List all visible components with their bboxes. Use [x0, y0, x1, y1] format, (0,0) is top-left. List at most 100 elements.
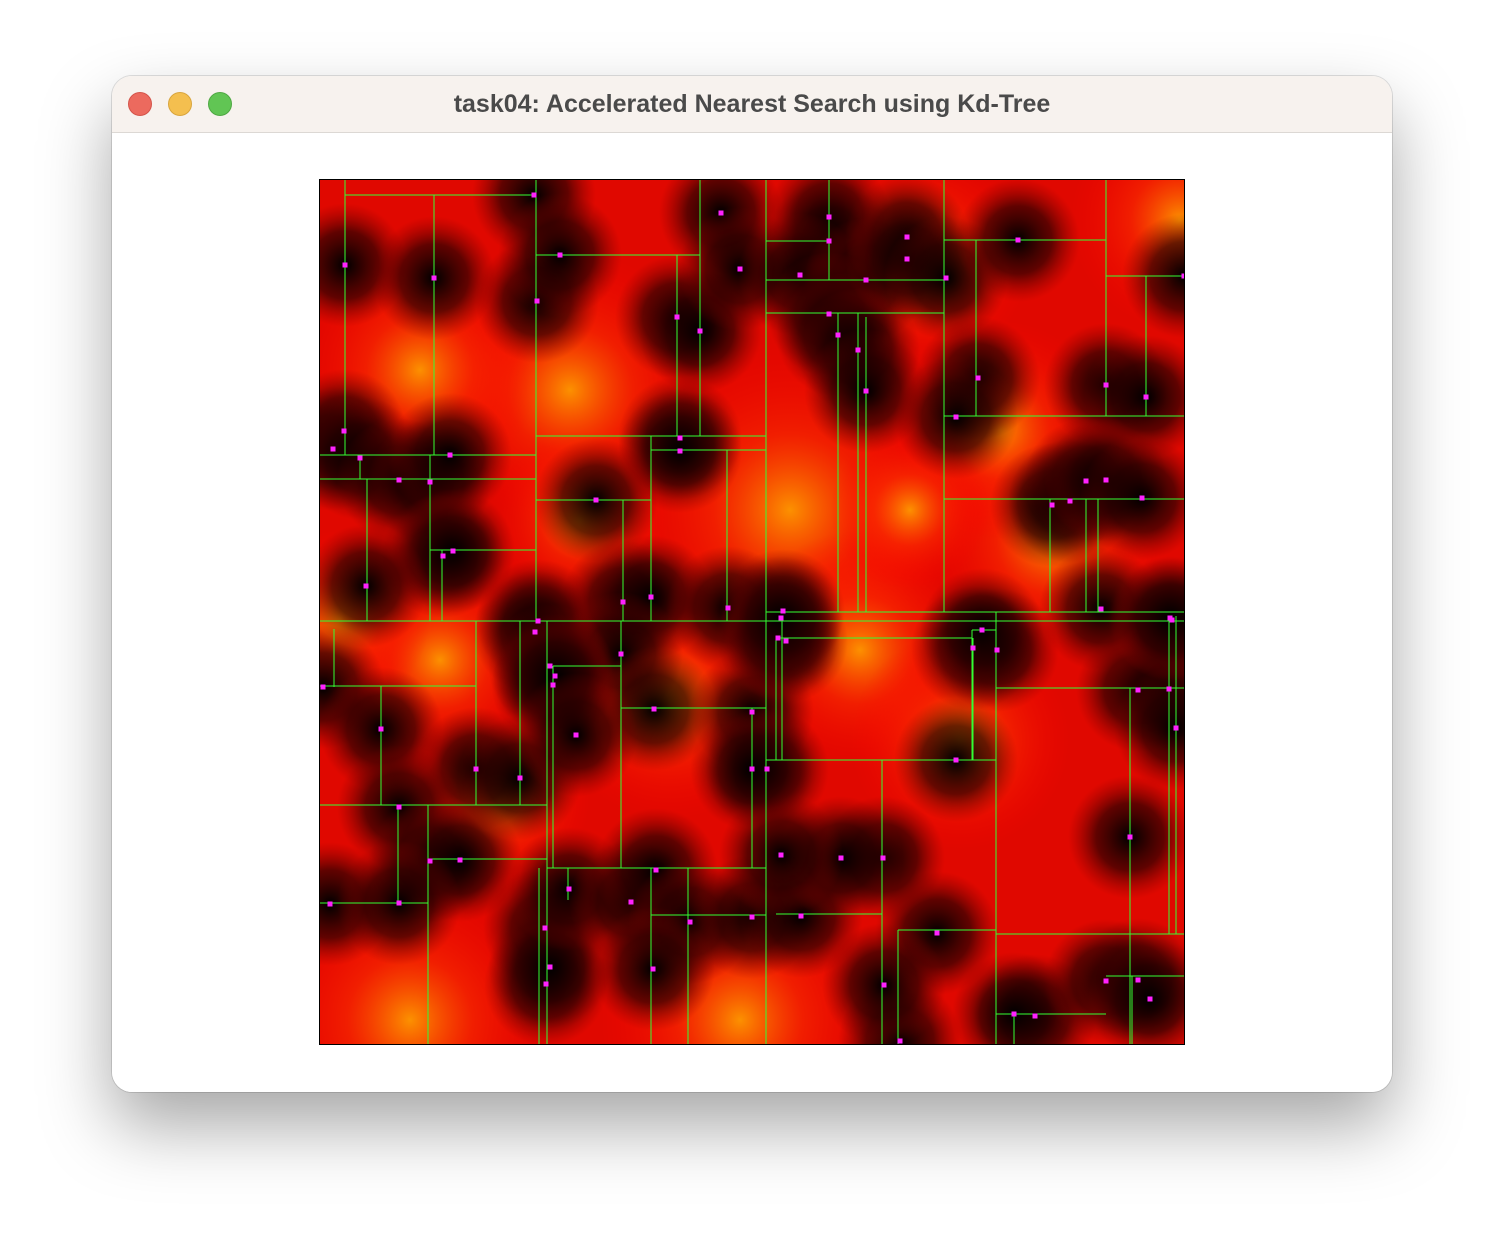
kd-point [718, 210, 724, 216]
kd-point [780, 608, 786, 614]
kd-point [618, 651, 624, 657]
kd-point [775, 635, 781, 641]
kd-point [342, 262, 348, 268]
kd-point [1098, 606, 1104, 612]
kd-point [330, 446, 336, 452]
kd-point [620, 599, 626, 605]
kd-point [431, 275, 437, 281]
kd-point [863, 277, 869, 283]
kd-point [573, 732, 579, 738]
kd-point [1143, 394, 1149, 400]
kd-point [542, 925, 548, 931]
kd-point [427, 858, 433, 864]
kd-point [543, 981, 549, 987]
kd-point [648, 594, 654, 600]
kd-point [979, 627, 985, 633]
kd-point [1103, 477, 1109, 483]
kd-point [653, 867, 659, 873]
title-bar[interactable]: task04: Accelerated Nearest Search using… [112, 76, 1392, 133]
kd-point [1011, 1011, 1017, 1017]
kd-point [953, 757, 959, 763]
kd-point [749, 766, 755, 772]
kd-point [835, 332, 841, 338]
kd-point [427, 479, 433, 485]
kd-point [778, 852, 784, 858]
kd-point [447, 452, 453, 458]
kd-point [970, 645, 976, 651]
kd-point [550, 682, 556, 688]
kd-point [778, 615, 784, 621]
kd-point [994, 647, 1000, 653]
kd-point [826, 214, 832, 220]
kd-point [797, 272, 803, 278]
kd-point [557, 252, 563, 258]
kd-point [440, 553, 446, 559]
kd-point [677, 448, 683, 454]
kd-point [457, 857, 463, 863]
kd-point [341, 428, 347, 434]
kd-point [674, 314, 680, 320]
kd-point [749, 914, 755, 920]
kd-point [1083, 478, 1089, 484]
kd-point [881, 982, 887, 988]
kd-point [749, 709, 755, 715]
kd-point [628, 899, 634, 905]
kd-point [953, 414, 959, 420]
kd-point [547, 964, 553, 970]
kd-point [473, 766, 479, 772]
app-window: task04: Accelerated Nearest Search using… [112, 76, 1392, 1092]
kd-point [396, 804, 402, 810]
kd-point [1181, 273, 1184, 279]
kd-point [904, 234, 910, 240]
kd-point [855, 347, 861, 353]
kd-point [783, 638, 789, 644]
kd-point [1167, 615, 1173, 621]
kd-point [450, 548, 456, 554]
kd-point [838, 855, 844, 861]
kd-point [1127, 834, 1133, 840]
kd-point [737, 266, 743, 272]
kd-point [651, 706, 657, 712]
kd-point [517, 775, 523, 781]
kd-point [725, 605, 731, 611]
kd-point [327, 901, 333, 907]
kd-point [904, 256, 910, 262]
kd-point [1135, 687, 1141, 693]
kd-point [897, 1038, 903, 1044]
kd-point [764, 766, 770, 772]
kd-point [532, 629, 538, 635]
kd-point [1015, 237, 1021, 243]
kd-point [975, 375, 981, 381]
kd-point [1166, 686, 1172, 692]
kd-point [826, 238, 832, 244]
kd-point [1067, 498, 1073, 504]
window-content [112, 133, 1392, 1092]
kd-point [1139, 495, 1145, 501]
kd-point [320, 684, 326, 690]
kd-point [650, 966, 656, 972]
kd-point [826, 311, 832, 317]
kd-point [396, 900, 402, 906]
window-title: task04: Accelerated Nearest Search using… [453, 90, 1051, 118]
kd-point [798, 913, 804, 919]
kd-point [535, 618, 541, 624]
kd-point [378, 726, 384, 732]
kd-point [1049, 502, 1055, 508]
kd-point [547, 663, 553, 669]
kd-point [1032, 1013, 1038, 1019]
kd-point [552, 673, 558, 679]
kd-point [566, 886, 572, 892]
kd-point [1147, 996, 1153, 1002]
kd-point [1103, 382, 1109, 388]
kd-point [1135, 977, 1141, 983]
kd-point [357, 455, 363, 461]
kd-point [880, 855, 886, 861]
kdtree-canvas[interactable] [319, 179, 1185, 1045]
kd-point [863, 388, 869, 394]
kd-point [396, 477, 402, 483]
kd-point [934, 930, 940, 936]
distance-field-svg [320, 180, 1184, 1044]
kd-point [534, 298, 540, 304]
kd-point [531, 192, 537, 198]
kd-point [363, 583, 369, 589]
